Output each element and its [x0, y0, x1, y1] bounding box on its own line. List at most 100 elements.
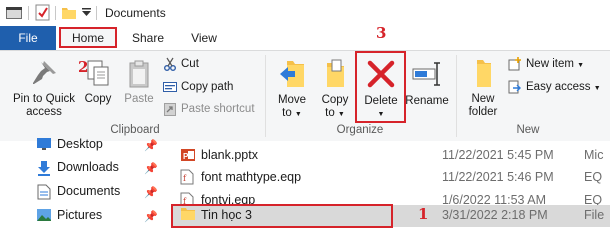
copy-to-icon [327, 59, 344, 87]
chevron-down-icon: ▼ [377, 111, 385, 118]
ribbon-home: Pin to Quick access Copy 2 Paste Cut Cop… [0, 24, 610, 142]
file-date: 11/22/2021 5:45 PM [442, 148, 554, 162]
file-type: File [584, 208, 605, 222]
new-item-button[interactable]: New item ▼ [508, 57, 584, 73]
pptx-file-icon: P [180, 147, 196, 166]
rename-icon [412, 62, 440, 86]
ribbon-tabs: File Home Share View [0, 26, 610, 50]
eqp-file-icon: f [180, 169, 194, 188]
group-separator [265, 55, 266, 137]
delete-button[interactable]: Delete ▼ [359, 57, 403, 121]
easy-access-button[interactable]: Easy access ▼ [508, 80, 601, 96]
pin-icon [33, 61, 56, 84]
tab-home[interactable]: Home [61, 26, 115, 50]
nav-item-downloads[interactable]: Downloads 📌 [0, 156, 166, 180]
downloads-icon [36, 160, 52, 179]
nav-label: Documents [57, 184, 121, 198]
tab-share[interactable]: Share [124, 26, 172, 50]
customize-toolbar-icon[interactable] [82, 8, 91, 20]
copy-path-label: Copy path [181, 81, 234, 93]
nav-item-documents[interactable]: Documents 📌 [0, 180, 166, 204]
properties-icon[interactable] [35, 4, 51, 24]
copy-icon [87, 60, 109, 86]
move-to-icon [280, 61, 304, 87]
svg-text:P: P [183, 152, 189, 161]
chevron-down-icon: ▼ [294, 111, 302, 118]
scissors-icon [164, 57, 176, 71]
new-folder-icon [477, 60, 491, 87]
file-date: 3/31/2022 2:18 PM [442, 208, 548, 222]
move-label-line2: to [282, 107, 292, 119]
copy-label: Copy [84, 93, 112, 105]
easy-access-icon [508, 80, 521, 94]
group-label-organize: Organize [336, 124, 384, 136]
group-label-new: New [516, 124, 540, 136]
chevron-down-icon: ▼ [337, 111, 345, 118]
file-row[interactable]: P blank.pptx 11/22/2021 5:45 PM Mic [168, 144, 610, 168]
desktop-icon [36, 137, 52, 154]
pin-label-line2: access [26, 106, 62, 118]
copy-to-button[interactable]: Copy to ▼ [316, 57, 354, 121]
pin-to-quick-access-button[interactable]: Pin to Quick access [8, 59, 80, 119]
easy-access-label: Easy access [526, 81, 591, 94]
pictures-icon [36, 208, 52, 225]
paste-label: Paste [124, 93, 154, 105]
step-3-marker: 3 [376, 24, 387, 42]
file-row-selected[interactable]: Tin học 3 3/31/2022 2:18 PM File [168, 204, 610, 228]
step-2-marker: 2 [78, 58, 89, 76]
copy-path-button[interactable]: Copy path [163, 80, 233, 94]
chevron-down-icon: ▼ [577, 62, 585, 70]
paste-shortcut-button[interactable]: Paste shortcut [163, 102, 255, 116]
new-item-icon [508, 57, 521, 71]
pin-icon: 📌 [144, 140, 158, 152]
file-name: blank.pptx [201, 148, 258, 162]
copy-to-label-line1: Copy [321, 94, 349, 106]
move-to-button[interactable]: Move to ▼ [273, 57, 311, 121]
step-1-marker: 1 [418, 205, 429, 223]
paste-shortcut-label: Paste shortcut [181, 103, 255, 116]
clipboard-icon [129, 60, 149, 88]
file-type: Mic [584, 148, 604, 162]
pin-icon: 📌 [144, 187, 158, 199]
rename-button[interactable]: Rename [404, 57, 450, 108]
pin-icon: 📌 [144, 211, 158, 223]
nav-item-pictures[interactable]: Pictures 📌 [0, 204, 166, 228]
separator [96, 6, 97, 20]
app-icon[interactable] [5, 5, 23, 24]
cut-label: Cut [181, 58, 199, 71]
pin-icon: 📌 [144, 163, 158, 175]
tab-view[interactable]: View [180, 26, 228, 50]
chevron-down-icon: ▼ [593, 85, 601, 93]
new-folder-label-line1: New [471, 93, 495, 105]
separator [55, 6, 56, 20]
file-type: EQ [584, 170, 603, 184]
paste-shortcut-icon [164, 103, 176, 116]
nav-label: Downloads [57, 160, 119, 174]
new-folder-label-line2: folder [468, 106, 498, 118]
file-name: font mathtype.eqp [201, 170, 302, 184]
file-date: 11/22/2021 5:46 PM [442, 170, 554, 184]
pin-label-line1: Pin to Quick [13, 93, 75, 105]
rename-label: Rename [405, 95, 449, 107]
copy-path-icon [163, 81, 177, 92]
copy-to-label-line2: to [325, 107, 335, 119]
new-folder-button[interactable]: New folder [462, 57, 504, 119]
cut-button[interactable]: Cut [163, 57, 199, 71]
separator [28, 6, 29, 20]
paste-button[interactable]: Paste [122, 59, 156, 106]
tab-file[interactable]: File [0, 26, 56, 50]
file-row[interactable]: f font mathtype.eqp 11/22/2021 5:46 PM E… [168, 166, 610, 190]
file-name: Tin học 3 [201, 208, 252, 222]
move-label-line1: Move [277, 94, 307, 106]
delete-x-icon [367, 60, 395, 88]
title-bar: Documents [0, 0, 610, 26]
delete-label: Delete [364, 95, 398, 107]
group-separator [456, 55, 457, 137]
documents-icon [36, 184, 52, 203]
nav-label: Pictures [57, 208, 103, 222]
new-folder-quick-icon[interactable] [61, 5, 77, 23]
folder-icon [180, 207, 196, 224]
new-item-label: New item [526, 58, 574, 71]
window-title: Documents [105, 6, 166, 20]
nav-item-desktop[interactable]: Desktop 📌 [0, 133, 166, 157]
